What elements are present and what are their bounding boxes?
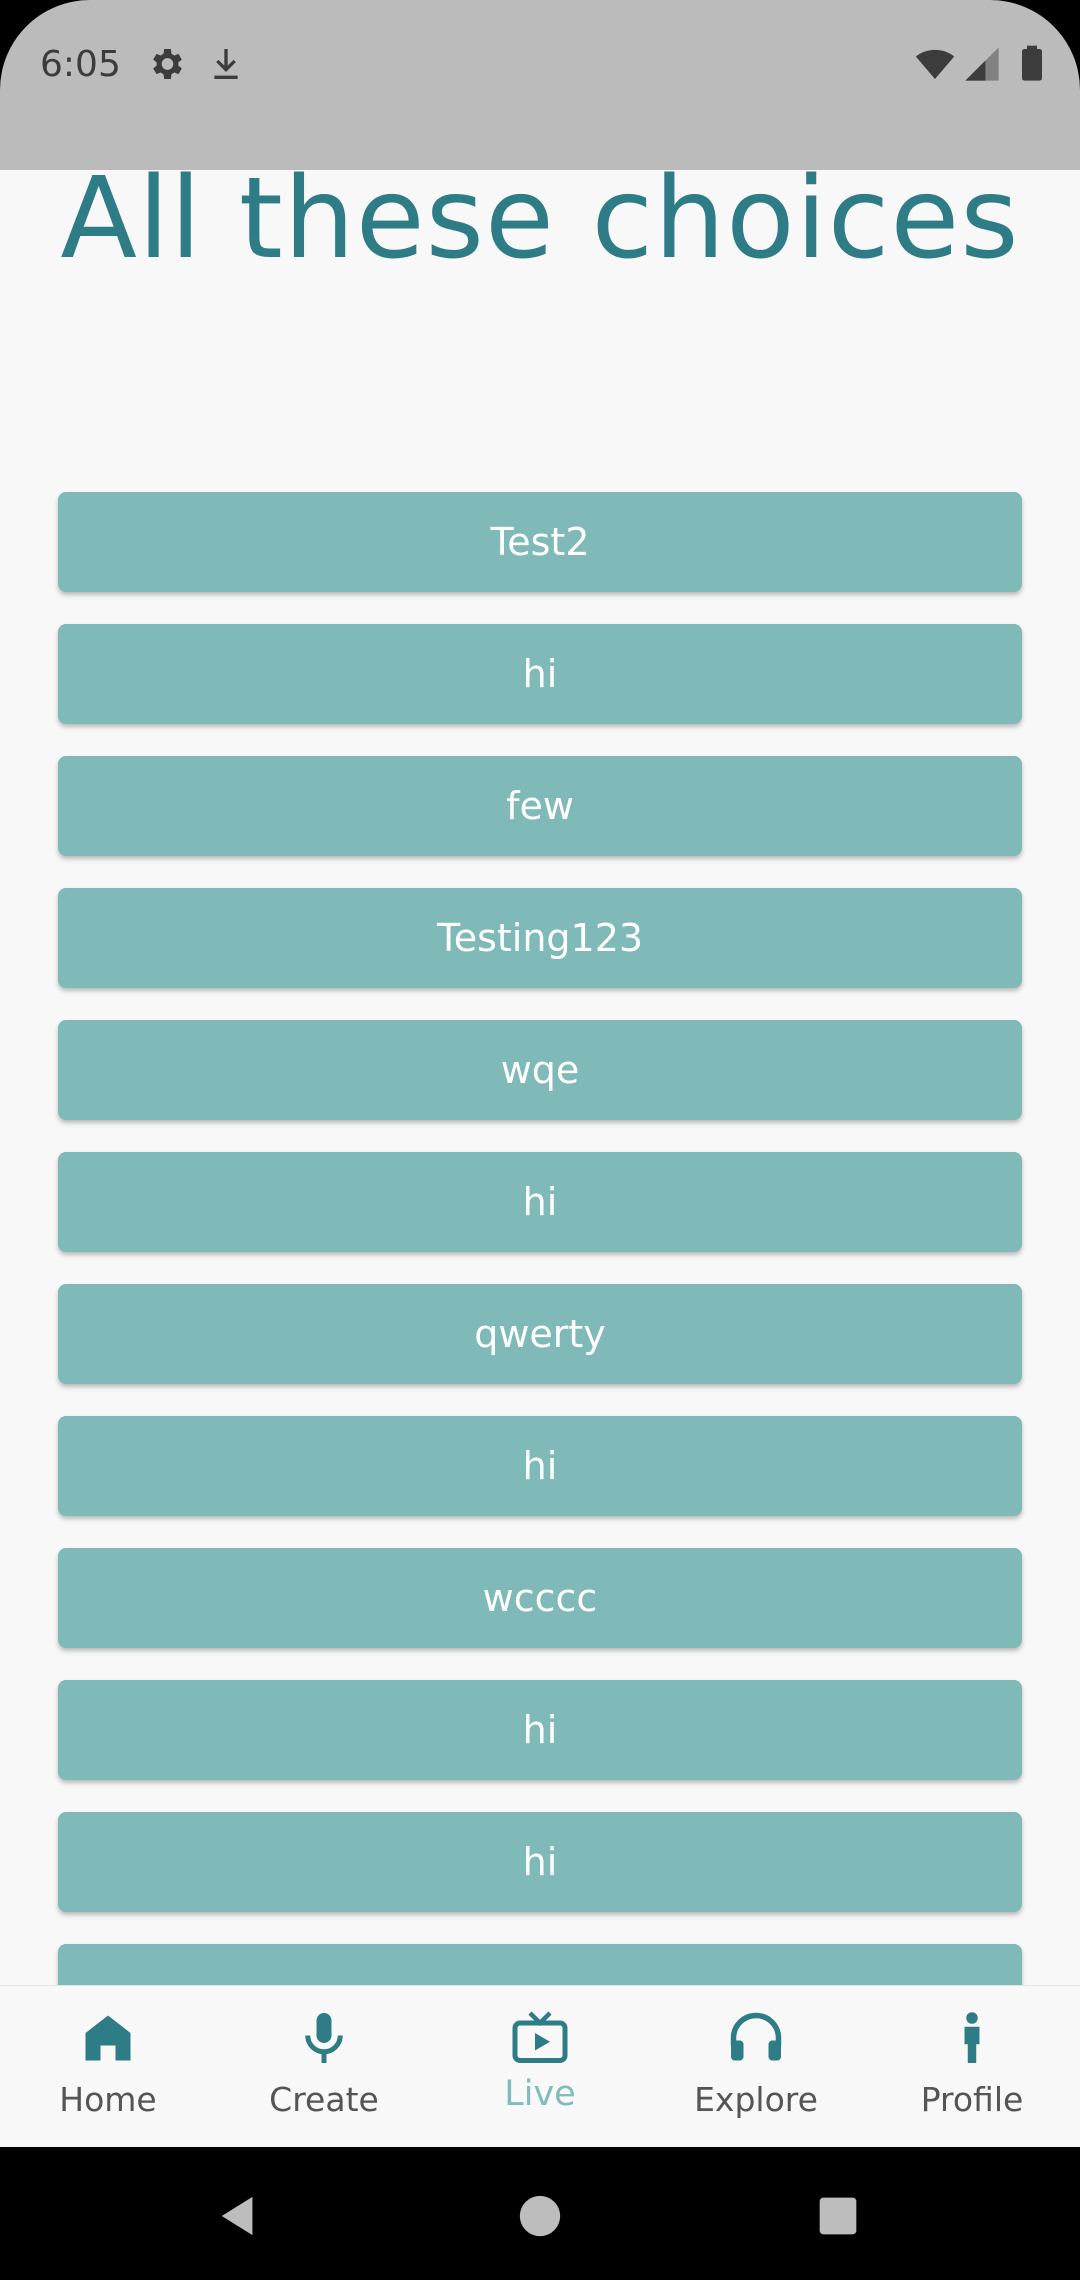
status-bar: 6:05 — [0, 0, 1080, 170]
phone-screen: 6:05 All these choices Test2 hi few Test… — [0, 0, 1080, 2280]
choice-button[interactable]: wqe — [58, 1020, 1022, 1120]
choice-button[interactable]: hi — [58, 1152, 1022, 1252]
system-nav-bar — [0, 2147, 1080, 2280]
choice-button[interactable]: hi — [58, 1416, 1022, 1516]
headphones-icon — [730, 2012, 782, 2061]
nav-label: Explore — [694, 2080, 818, 2119]
choice-button[interactable]: qwerty — [58, 1284, 1022, 1384]
nav-label: Profile — [920, 2080, 1024, 2119]
download-icon — [214, 49, 238, 79]
choice-button[interactable]: Testing123 — [58, 888, 1022, 988]
choice-button[interactable]: hi — [58, 1812, 1022, 1912]
choice-button[interactable]: hi — [58, 624, 1022, 724]
choice-button[interactable]: Test2 — [58, 492, 1022, 592]
gear-icon — [153, 49, 182, 79]
person-icon — [964, 2012, 980, 2063]
nav-item-live[interactable]: Live — [432, 1986, 648, 2148]
microphone-icon — [305, 2013, 343, 2063]
main-content: All these choices Test2 hi few Testing12… — [0, 170, 1080, 1985]
choice-button[interactable]: wcccc — [58, 1548, 1022, 1648]
signal-icon — [965, 47, 999, 81]
nav-label: Live — [504, 2074, 576, 2114]
nav-item-home[interactable]: Home — [0, 1986, 216, 2148]
back-icon[interactable] — [216, 2193, 262, 2239]
nav-item-profile[interactable]: Profile — [864, 1986, 1080, 2148]
choice-button[interactable]: hi — [58, 1680, 1022, 1780]
nav-label: Create — [269, 2080, 379, 2119]
choice-button[interactable] — [58, 1944, 1022, 1985]
tv-play-icon — [512, 2011, 568, 2063]
choices-list: Test2 hi few Testing123 wqe hi qwerty hi… — [58, 492, 1022, 1985]
recents-icon[interactable] — [816, 2194, 860, 2238]
choice-button[interactable]: few — [58, 756, 1022, 856]
battery-icon — [1022, 45, 1042, 81]
status-time: 6:05 — [40, 44, 121, 85]
bottom-nav: Home Create Live Explore Profile — [0, 1985, 1080, 2148]
nav-item-explore[interactable]: Explore — [648, 1986, 864, 2148]
home-circle-icon[interactable] — [518, 2194, 562, 2238]
wifi-icon — [915, 49, 955, 79]
page-title: All these choices — [60, 170, 1020, 284]
nav-label: Home — [59, 2080, 157, 2119]
home-icon — [85, 2015, 131, 2061]
nav-item-create[interactable]: Create — [216, 1986, 432, 2148]
